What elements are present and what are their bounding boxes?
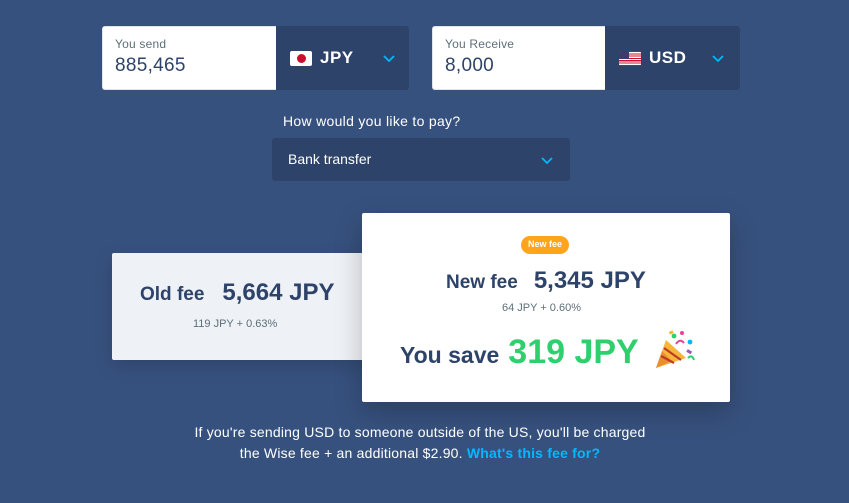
new-fee-badge: New fee [521, 236, 570, 254]
fee-disclaimer: If you're sending USD to someone outside… [150, 422, 690, 464]
fee-disclaimer-line1: If you're sending USD to someone outside… [194, 424, 646, 440]
receive-currency-code: USD [649, 48, 687, 67]
chevron-down-icon [382, 53, 396, 63]
new-fee-breakdown: 64 JPY + 0.60% [502, 302, 581, 314]
savings-label: You save [400, 342, 500, 368]
receive-amount-input[interactable]: 8,000 [445, 55, 593, 77]
old-fee-breakdown: 119 JPY + 0.63% [193, 318, 278, 330]
send-amount-group: You send 885,465 JPY [102, 26, 409, 90]
old-fee-amount: 5,664 JPY [222, 279, 335, 306]
chevron-down-icon [540, 155, 554, 165]
payment-method-select[interactable]: Bank transfer [272, 138, 570, 181]
send-amount-input[interactable]: 885,465 [115, 55, 264, 77]
new-fee-title: New fee [446, 272, 518, 293]
fee-disclaimer-line2: the Wise fee + an additional $2.90. [239, 445, 463, 461]
send-amount-field[interactable]: You send 885,465 [102, 26, 276, 90]
old-fee-card: Old fee 5,664 JPY 119 JPY + 0.63% [112, 253, 372, 360]
new-fee-card: New fee New fee 5,345 JPY 64 JPY + 0.60%… [362, 213, 730, 402]
chevron-down-icon [711, 53, 725, 63]
receive-amount-group: You Receive 8,000 USD [432, 26, 740, 90]
send-currency-code: JPY [320, 48, 354, 67]
payment-method-label: How would you like to pay? [283, 113, 461, 129]
receive-currency-select[interactable]: USD [605, 26, 740, 90]
receive-amount-label: You Receive [445, 37, 515, 51]
receive-amount-field[interactable]: You Receive 8,000 [432, 26, 605, 90]
us-flag-icon [619, 50, 641, 66]
payment-method-value: Bank transfer [288, 151, 372, 167]
japan-flag-icon [290, 50, 312, 66]
old-fee-title: Old fee [140, 284, 205, 305]
send-currency-select[interactable]: JPY [276, 26, 409, 90]
savings-amount: 319 JPY [508, 333, 639, 371]
party-popper-icon [652, 330, 696, 370]
new-fee-amount: 5,345 JPY [533, 267, 646, 294]
fee-info-link[interactable]: What's this fee for? [467, 445, 600, 461]
send-amount-label: You send [115, 37, 167, 51]
